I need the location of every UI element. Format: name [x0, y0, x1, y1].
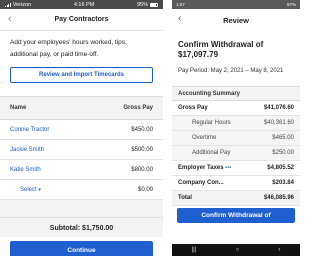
- col-gross-pay-header: Gross Pay: [123, 105, 153, 111]
- row-value: $40,361.60: [263, 120, 294, 126]
- row-value: $41,076.60: [263, 105, 294, 111]
- intro-text: Add your employees' hours worked, tips, …: [10, 39, 127, 58]
- contractor-name[interactable]: Jackie Smith: [10, 147, 44, 153]
- summary-header: Accounting Summary: [172, 86, 300, 101]
- row-label: Overtime: [192, 135, 217, 141]
- table-row[interactable]: Jackie Smith $500.00: [0, 140, 163, 160]
- contractor-name[interactable]: Connie Tractor: [10, 127, 49, 133]
- contractor-name[interactable]: Katie Smith: [10, 167, 41, 173]
- status-bar: 1:07 97%: [172, 0, 300, 9]
- status-time: 1:07: [176, 2, 185, 7]
- row-value: $4,805.52: [267, 165, 294, 171]
- android-nav-bar: ||| ○ ‹: [172, 244, 300, 256]
- back-arrow-icon[interactable]: ‹: [178, 13, 181, 24]
- battery-percent: 97%: [286, 2, 296, 7]
- table-header: Name Gross Pay: [0, 97, 163, 120]
- row-value: $250.00: [272, 150, 294, 156]
- table-row[interactable]: Katie Smith $800.00: [0, 160, 163, 180]
- gross-pay-value: $450.00: [131, 126, 153, 133]
- row-label: Gross Pay: [178, 105, 208, 111]
- table-row[interactable]: Connie Tractor $450.00: [0, 120, 163, 140]
- row-label: Company Con...: [178, 180, 224, 186]
- page-title: Review: [223, 15, 249, 25]
- nav-bar: ‹ Review: [172, 9, 300, 31]
- row-label: Regular Hours: [192, 120, 231, 126]
- row-value: $203.84: [272, 180, 294, 186]
- battery-percent: 95%: [136, 1, 148, 8]
- pay-table: Name Gross Pay Connie Tractor $450.00 Ja…: [0, 96, 163, 217]
- row-value: $46,085.96: [263, 195, 294, 201]
- col-name-header: Name: [10, 105, 27, 111]
- accounting-summary: Accounting Summary Gross Pay $41,076.60 …: [172, 86, 300, 206]
- continue-button[interactable]: Continue: [10, 241, 153, 256]
- review-import-timecards-button[interactable]: Review and Import Timecards: [10, 67, 153, 83]
- summary-row-overtime: Overtime $465.00: [172, 131, 300, 146]
- back-arrow-icon[interactable]: ‹: [8, 13, 12, 25]
- review-screen: 1:07 97% ‹ Review Confirm Withdrawal of …: [172, 0, 300, 256]
- row-label: Total: [178, 195, 192, 201]
- confirm-withdrawal-heading: Confirm Withdrawal of $17,097.79: [178, 40, 264, 59]
- home-icon[interactable]: ○: [236, 247, 240, 253]
- row-label: Employer Taxes: [178, 165, 224, 171]
- summary-row-regular-hours: Regular Hours $40,361.60: [172, 116, 300, 131]
- gross-pay-value: $500.00: [131, 146, 153, 153]
- summary-row-total: Total $46,085.96: [172, 191, 300, 206]
- carrier-label: Verizon: [12, 1, 32, 8]
- recent-apps-icon[interactable]: |||: [192, 247, 197, 253]
- back-icon[interactable]: ‹: [278, 247, 280, 253]
- row-label: Additional Pay: [192, 150, 231, 156]
- page-title: Pay Contractors: [54, 16, 109, 23]
- confirm-withdrawal-button[interactable]: Confirm Withdrawal of: [177, 208, 295, 223]
- summary-row-additional-pay: Additional Pay $250.00: [172, 146, 300, 161]
- table-row[interactable]: Select ▾ $0.00: [0, 180, 163, 200]
- gross-pay-value: $800.00: [131, 166, 153, 173]
- pay-period: Pay Period: May 2, 2021 – May 8, 2021: [178, 68, 284, 74]
- chevron-down-icon: ▾: [38, 186, 41, 193]
- select-contractor-dropdown[interactable]: Select ▾: [10, 187, 41, 193]
- battery-icon: [149, 2, 158, 7]
- summary-row-gross-pay: Gross Pay $41,076.60: [172, 101, 300, 116]
- gross-pay-value: $0.00: [137, 186, 153, 193]
- summary-row-company-contributions: Company Con... $203.84: [172, 176, 300, 191]
- select-label: Select: [20, 186, 37, 193]
- signal-icon: [5, 2, 11, 7]
- status-time: 4:16 PM: [73, 1, 95, 8]
- summary-row-employer-taxes[interactable]: Employer Taxes ••• $4,805.52: [172, 161, 300, 176]
- row-value: $465.00: [272, 135, 294, 141]
- status-bar: Verizon 4:16 PM 95%: [0, 0, 163, 9]
- subtotal: Subtotal: $1,750.00: [0, 217, 163, 237]
- nav-bar: ‹ Pay Contractors: [0, 9, 163, 31]
- pay-contractors-screen: Verizon 4:16 PM 95% ‹ Pay Contractors Ad…: [0, 0, 163, 256]
- more-dots-icon[interactable]: •••: [225, 165, 231, 171]
